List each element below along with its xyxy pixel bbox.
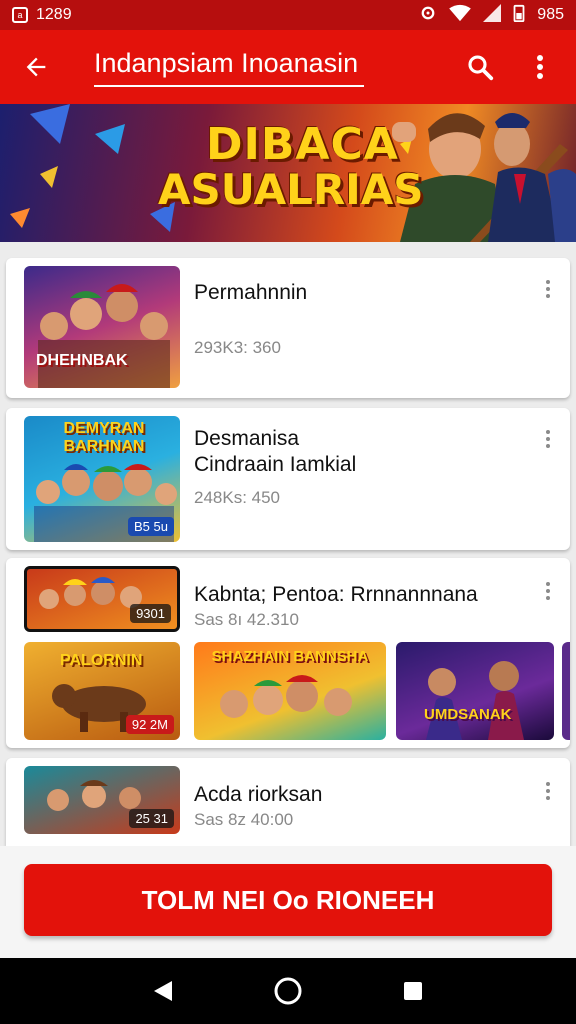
item-thumbnail[interactable]: 9301 <box>24 566 180 632</box>
nav-back-button[interactable] <box>143 971 183 1011</box>
thumbnail-caption: DHEHNBAK <box>36 352 128 369</box>
thumbnail-caption: DEMYRAN BARHNAN <box>63 420 145 455</box>
item-more-button[interactable] <box>538 776 558 806</box>
item-meta: 248Ks: 450 <box>194 488 281 507</box>
carousel-thumbnail-partial[interactable] <box>562 642 570 740</box>
status-time: 1289 <box>36 6 72 23</box>
thumbnail-art <box>426 661 524 740</box>
item-more-button[interactable] <box>538 274 558 304</box>
thumbnail-caption: SHAZHAIN BANNSHA <box>211 648 369 665</box>
list-item[interactable]: DEMYRAN BARHNAN B5 5u Desmanisa Cindraai… <box>6 408 570 550</box>
list-item[interactable]: 25 31 Acda riorksan Sas 8z 40:00 <box>6 758 570 846</box>
more-vert-icon <box>546 782 550 786</box>
item-title: Permahnnin <box>194 281 308 304</box>
back-arrow-icon <box>26 57 46 77</box>
battery-level: 985 <box>537 6 564 23</box>
list-item[interactable]: 9301 Kabnta; Pentoa: Rrnnannnana Sas 8ı … <box>6 558 570 748</box>
wifi-icon <box>449 4 472 27</box>
more-vert-icon <box>537 55 543 79</box>
banner-line-2: ASUALRIAS <box>158 165 424 215</box>
status-bar: a 1289 985 <box>0 0 576 30</box>
item-title: Kabnta; Pentoa: Rrnnannnana <box>194 583 478 606</box>
item-title: Acda riorksan <box>194 783 323 806</box>
promo-banner[interactable]: DIBACA ASUALRIAS <box>0 104 576 242</box>
signal-icon <box>483 3 502 27</box>
more-vert-icon <box>546 280 550 284</box>
thumbnail-caption: PALORNIN <box>60 652 143 669</box>
nav-recents-button[interactable] <box>393 971 433 1011</box>
more-vert-icon <box>546 430 550 434</box>
primary-action-button[interactable]: TOLM NEI Oo RIONEEH <box>24 864 552 936</box>
carousel-thumbnail[interactable]: PALORNIN 92 2M <box>24 642 180 740</box>
item-badge: B5 5u <box>128 517 174 536</box>
item-thumbnail[interactable]: 25 31 <box>24 766 180 834</box>
item-thumbnail[interactable]: DHEHNBAK <box>24 266 180 388</box>
item-meta: 293K3: 360 <box>194 338 281 357</box>
item-more-button[interactable] <box>538 424 558 454</box>
thumbnail-caption: UMDSANAK <box>424 706 512 723</box>
item-badge: 92 2M <box>125 715 174 734</box>
carousel-thumbnail[interactable]: SHAZHAIN BANNSHA <box>194 642 386 740</box>
item-more-button[interactable] <box>538 576 558 606</box>
carousel-thumbnail[interactable]: UMDSANAK <box>396 642 554 740</box>
page-title: Indanpsiam Inoanasin <box>94 48 364 87</box>
back-triangle-icon <box>153 981 172 1001</box>
item-title: Desmanisa <box>194 427 300 450</box>
overflow-menu-button[interactable] <box>520 47 560 87</box>
item-meta: Sas 8z 40:00 <box>194 810 294 829</box>
settings-status-icon <box>419 4 437 27</box>
item-badge: 9301 <box>130 604 171 623</box>
search-button[interactable] <box>460 47 500 87</box>
nav-home-button[interactable] <box>268 971 308 1011</box>
banner-headline: DIBACA ASUALRIAS <box>158 119 424 215</box>
item-title-line-2: Cindraain Iamkial <box>194 453 357 476</box>
back-button[interactable] <box>16 47 56 87</box>
list-item[interactable]: DHEHNBAK Permahnnin 293K3: 360 <box>6 258 570 398</box>
more-vert-icon <box>546 582 550 586</box>
recents-square-icon <box>404 982 423 1000</box>
system-nav-bar <box>0 958 576 1024</box>
cta-container: TOLM NEI Oo RIONEEH <box>0 846 576 958</box>
battery-icon <box>513 4 525 27</box>
item-badge: 25 31 <box>129 809 174 828</box>
search-icon <box>468 55 494 81</box>
notification-icon: a <box>12 7 28 23</box>
app-bar: Indanpsiam Inoanasin <box>0 30 576 104</box>
home-circle-icon <box>274 977 302 1005</box>
item-meta: Sas 8ı 42.310 <box>194 610 299 629</box>
item-thumbnail[interactable]: DEMYRAN BARHNAN B5 5u <box>24 416 180 542</box>
banner-line-1: DIBACA <box>206 119 399 170</box>
